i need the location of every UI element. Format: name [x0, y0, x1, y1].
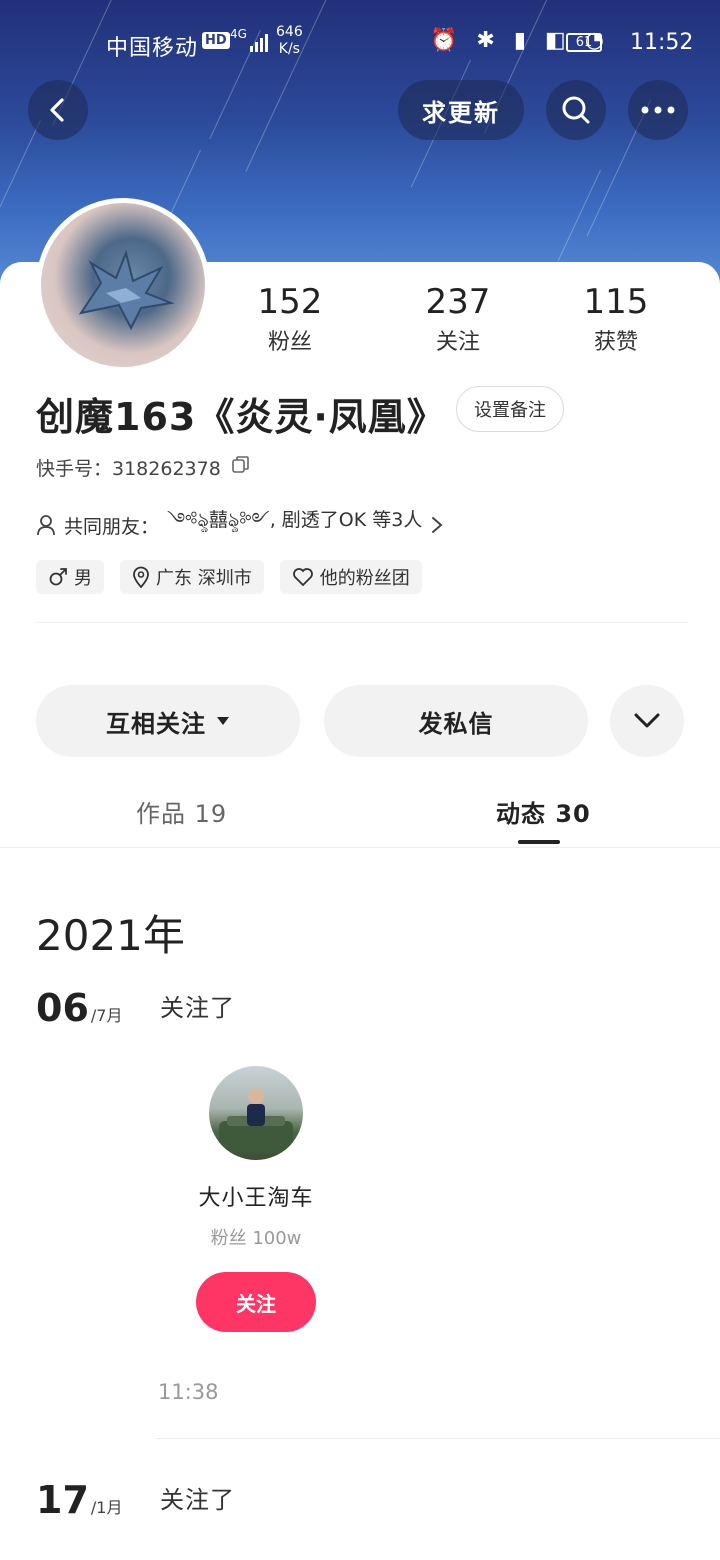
person-car-image — [219, 1088, 293, 1151]
entry-date: 06/7月 — [36, 986, 122, 1030]
followed-user-fans: 粉丝 100w — [210, 1228, 302, 1249]
location-tag: 广东 深圳市 — [120, 560, 264, 594]
fan-club-tag[interactable]: 他的粉丝团 — [279, 560, 422, 594]
location-text: 广东 深圳市 — [156, 568, 252, 589]
profile-stats: 152 粉丝 237 关注 115 获赞 — [230, 282, 720, 362]
follow-button[interactable]: 关注 — [196, 1272, 316, 1332]
search-button[interactable] — [546, 80, 606, 140]
search-icon — [562, 96, 590, 124]
dragon-image — [78, 249, 175, 331]
avatar[interactable] — [36, 198, 210, 372]
clock: 11:52 — [630, 30, 694, 55]
mutual-friends[interactable]: 共同朋友： ༺ৡ囍ৡ༻, 剧透了OK 等3人 — [36, 498, 444, 552]
tab-feed[interactable]: 动态 30 — [496, 794, 591, 829]
stat-fans[interactable]: 152 粉丝 — [230, 282, 350, 356]
network-speed: 646 K/s — [276, 24, 303, 58]
chevron-down-icon — [634, 713, 660, 728]
expand-button[interactable] — [610, 685, 684, 757]
speed-value: 646 — [276, 24, 303, 40]
active-tab-indicator — [518, 840, 560, 844]
copy-icon[interactable] — [231, 455, 251, 475]
profile-tags: 男 广东 深圳市 他的粉丝团 — [36, 560, 422, 594]
mutual-follow-label: 互相关注 — [106, 709, 206, 738]
entry-month: /7月 — [90, 1006, 123, 1025]
set-remark-button[interactable]: 设置备注 — [456, 386, 564, 432]
stat-number: 237 — [425, 282, 491, 322]
entry-day: 17 — [36, 1478, 89, 1522]
network-type: 4G — [230, 27, 247, 41]
more-button[interactable] — [628, 80, 688, 140]
location-icon — [133, 566, 149, 588]
entry-divider — [156, 1438, 720, 1439]
entry-time: 11:38 — [158, 1380, 219, 1404]
entry-day: 06 — [36, 986, 89, 1030]
stat-label: 粉丝 — [267, 330, 312, 355]
back-button[interactable] — [28, 80, 88, 140]
caret-down-icon — [217, 717, 229, 725]
entry-date: 17/1月 — [36, 1478, 122, 1522]
followed-user-name[interactable]: 大小王淘车 — [180, 1180, 332, 1212]
gender-tag: 男 — [36, 560, 104, 594]
tab-works[interactable]: 作品 19 — [136, 794, 227, 829]
battery-icon: 61 — [566, 33, 602, 52]
followed-user-avatar[interactable] — [209, 1066, 303, 1160]
chevron-right-icon — [432, 517, 443, 533]
stat-label: 获赞 — [593, 330, 638, 355]
stat-following[interactable]: 237 关注 — [398, 282, 518, 356]
stat-label: 关注 — [435, 330, 480, 355]
male-icon — [49, 568, 67, 586]
carrier-label: 中国移动 — [106, 36, 199, 61]
username: 创魔163《炎灵·凤凰》 — [36, 395, 446, 439]
more-icon — [641, 106, 675, 114]
fan-club-text: 他的粉丝团 — [319, 568, 410, 589]
speed-unit: K/s — [278, 41, 300, 57]
entry-month: /1月 — [90, 1498, 123, 1517]
timeline-year: 2021年 — [36, 911, 185, 960]
person-icon — [37, 515, 55, 536]
divider — [36, 622, 688, 623]
mutual-follow-button[interactable]: 互相关注 — [36, 685, 300, 757]
followed-user-card[interactable]: 大小王淘车 粉丝 100w 关注 — [180, 1066, 332, 1332]
heart-icon — [292, 568, 313, 587]
hd-badge: HD — [202, 32, 230, 49]
stat-likes[interactable]: 115 获赞 — [556, 282, 676, 356]
entry-action: 关注了 — [160, 1486, 235, 1514]
status-bar: 中国移动 HD 4G 646 K/s ⏰ ✱ ▮ ◧ ◔ 61 11:52 — [0, 18, 720, 68]
stat-number: 115 — [583, 282, 649, 322]
kuaishou-id: 快手号：318262378 — [36, 458, 221, 480]
mutual-friends-names: ༺ৡ囍ৡ༻, 剧透了OK 等3人 — [167, 509, 423, 531]
mutual-friends-prefix: 共同朋友： — [64, 515, 160, 538]
entry-action: 关注了 — [160, 994, 235, 1022]
send-message-button[interactable]: 发私信 — [324, 685, 588, 757]
stat-number: 152 — [257, 282, 323, 322]
signal-icon — [250, 30, 268, 52]
content-tabs: 作品 19 动态 30 — [0, 780, 720, 848]
request-update-button[interactable]: 求更新 — [398, 80, 524, 140]
gender-text: 男 — [74, 568, 92, 589]
chevron-left-icon — [50, 98, 64, 122]
